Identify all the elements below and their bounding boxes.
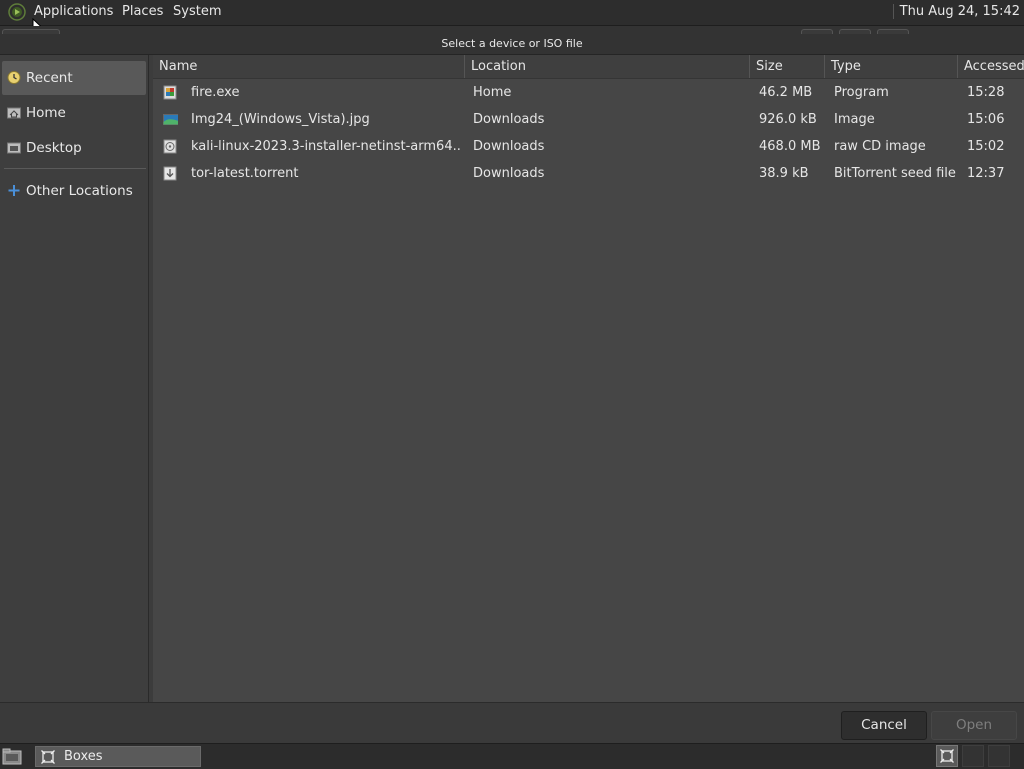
file-location: Home <box>473 85 512 100</box>
header-back-button[interactable] <box>2 29 60 34</box>
sidebar-item-label: Other Locations <box>26 183 133 199</box>
file-location: Downloads <box>473 139 545 154</box>
places-sidebar: Recent Home Desktop Other Locations <box>0 55 149 702</box>
file-name: tor-latest.torrent <box>191 166 299 181</box>
image-icon <box>163 114 178 125</box>
plus-icon <box>8 185 20 196</box>
header-button-1[interactable] <box>801 29 833 34</box>
file-location: Downloads <box>473 166 545 181</box>
sidebar-item-label: Recent <box>26 70 73 86</box>
workspace-switcher-3[interactable] <box>988 745 1010 767</box>
sidebar-item-label: Desktop <box>26 140 82 156</box>
workspace-switcher-2[interactable] <box>962 745 984 767</box>
places-menu[interactable]: Places <box>122 4 163 19</box>
file-row[interactable]: Img24_(Windows_Vista).jpg Downloads 926.… <box>153 106 1024 133</box>
applications-menu[interactable]: Applications <box>34 4 113 19</box>
column-location[interactable]: Location <box>465 55 750 78</box>
cancel-button[interactable]: Cancel <box>841 711 927 740</box>
sidebar-item-recent[interactable]: Recent <box>2 61 146 95</box>
file-type: raw CD image <box>834 139 926 154</box>
file-row[interactable]: fire.exe Home 46.2 MB Program 15:28 <box>153 79 1024 106</box>
clock[interactable]: Thu Aug 24, 15:42 <box>892 4 1020 19</box>
column-name[interactable]: Name <box>153 55 465 78</box>
dialog-title: Select a device or ISO file <box>441 37 583 50</box>
sidebar-item-desktop[interactable]: Desktop <box>2 131 146 165</box>
file-size: 926.0 kB <box>759 112 817 127</box>
executable-icon <box>163 85 177 100</box>
file-location: Downloads <box>473 112 545 127</box>
show-desktop-icon[interactable] <box>2 748 22 765</box>
torrent-icon <box>163 166 177 181</box>
file-type: Program <box>834 85 889 100</box>
column-size[interactable]: Size <box>750 55 825 78</box>
recent-icon <box>7 71 21 84</box>
boxes-icon <box>41 750 55 764</box>
header-button-3[interactable] <box>877 29 909 34</box>
sidebar-separator <box>4 168 146 169</box>
file-name: kali-linux-2023.3-installer-netinst-arm6… <box>191 139 461 154</box>
sidebar-item-label: Home <box>26 105 66 121</box>
workspace-switcher-1[interactable] <box>936 745 958 767</box>
file-type: Image <box>834 112 875 127</box>
file-row[interactable]: kali-linux-2023.3-installer-netinst-arm6… <box>153 133 1024 160</box>
dialog-header: Select a device or ISO file <box>0 26 1024 55</box>
distro-logo-icon[interactable] <box>7 3 27 21</box>
file-size: 46.2 MB <box>759 85 813 100</box>
open-button[interactable]: Open <box>931 711 1017 740</box>
file-name: fire.exe <box>191 85 240 100</box>
taskbar-window-label: Boxes <box>64 749 103 764</box>
desktop-folder-icon <box>7 142 21 154</box>
file-row[interactable]: tor-latest.torrent Downloads 38.9 kB Bit… <box>153 160 1024 187</box>
header-button-2[interactable] <box>839 29 871 34</box>
column-header: Name Location Size Type Accessed <box>153 55 1024 79</box>
column-accessed[interactable]: Accessed <box>958 55 1024 78</box>
system-menu[interactable]: System <box>173 4 221 19</box>
file-size: 468.0 MB <box>759 139 821 154</box>
file-accessed: 15:28 <box>967 85 1005 100</box>
boxes-icon <box>940 749 954 763</box>
home-folder-icon <box>7 107 21 119</box>
bottom-taskbar: Boxes <box>0 743 1024 769</box>
file-accessed: 12:37 <box>967 166 1005 181</box>
sidebar-item-home[interactable]: Home <box>2 96 146 130</box>
file-size: 38.9 kB <box>759 166 809 181</box>
file-list[interactable]: Name Location Size Type Accessed fire.ex… <box>153 55 1024 702</box>
file-name: Img24_(Windows_Vista).jpg <box>191 112 370 127</box>
sidebar-item-other-locations[interactable]: Other Locations <box>2 174 146 208</box>
dialog-action-bar: Cancel Open <box>0 702 1024 744</box>
top-panel: Applications Places System Thu Aug 24, 1… <box>0 0 1024 26</box>
taskbar-window-boxes[interactable]: Boxes <box>35 746 201 767</box>
file-accessed: 15:06 <box>967 112 1005 127</box>
column-type[interactable]: Type <box>825 55 958 78</box>
disc-image-icon <box>163 139 177 154</box>
file-accessed: 15:02 <box>967 139 1005 154</box>
file-type: BitTorrent seed file <box>834 166 956 181</box>
